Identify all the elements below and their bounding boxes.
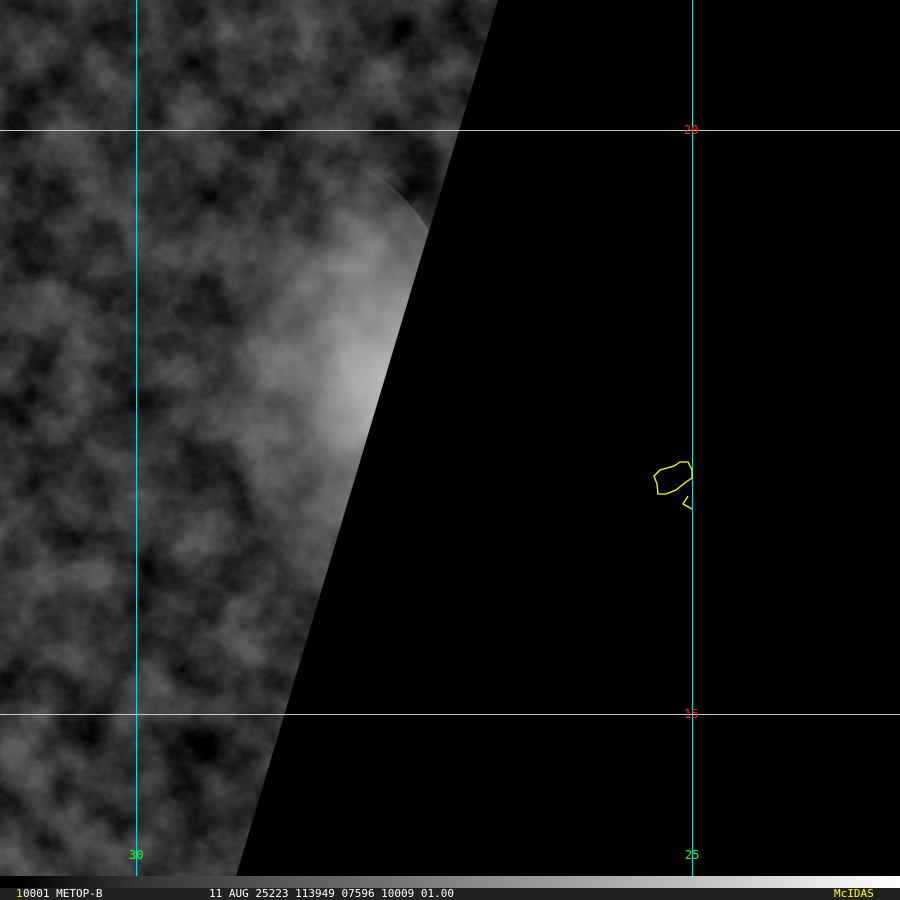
datetime-info: 11 AUG 25223 113949 07596 10009 01.00 (209, 887, 455, 900)
satellite-imagery (0, 0, 900, 888)
latitude-label: 20 (684, 123, 699, 137)
cloud-swath (0, 0, 498, 876)
longitude-label: 30 (129, 848, 144, 862)
frame-satellite: 0001 METOP-B (23, 887, 103, 900)
frame-marker: 1 (16, 887, 23, 900)
mcidas-branding: McIDAS (834, 887, 874, 900)
island-coastline (653, 461, 693, 495)
latitude-label: 15 (684, 707, 699, 721)
longitude-label: 25 (685, 848, 700, 862)
info-bar: 1 0001 METOP-B 11 AUG 25223 113949 07596 1… (0, 888, 900, 900)
satellite-image-viewer: 20 15 30 25 1 0001 METOP-B 11 AUG 25223 11… (0, 0, 900, 900)
island-coastline-small (682, 495, 693, 510)
